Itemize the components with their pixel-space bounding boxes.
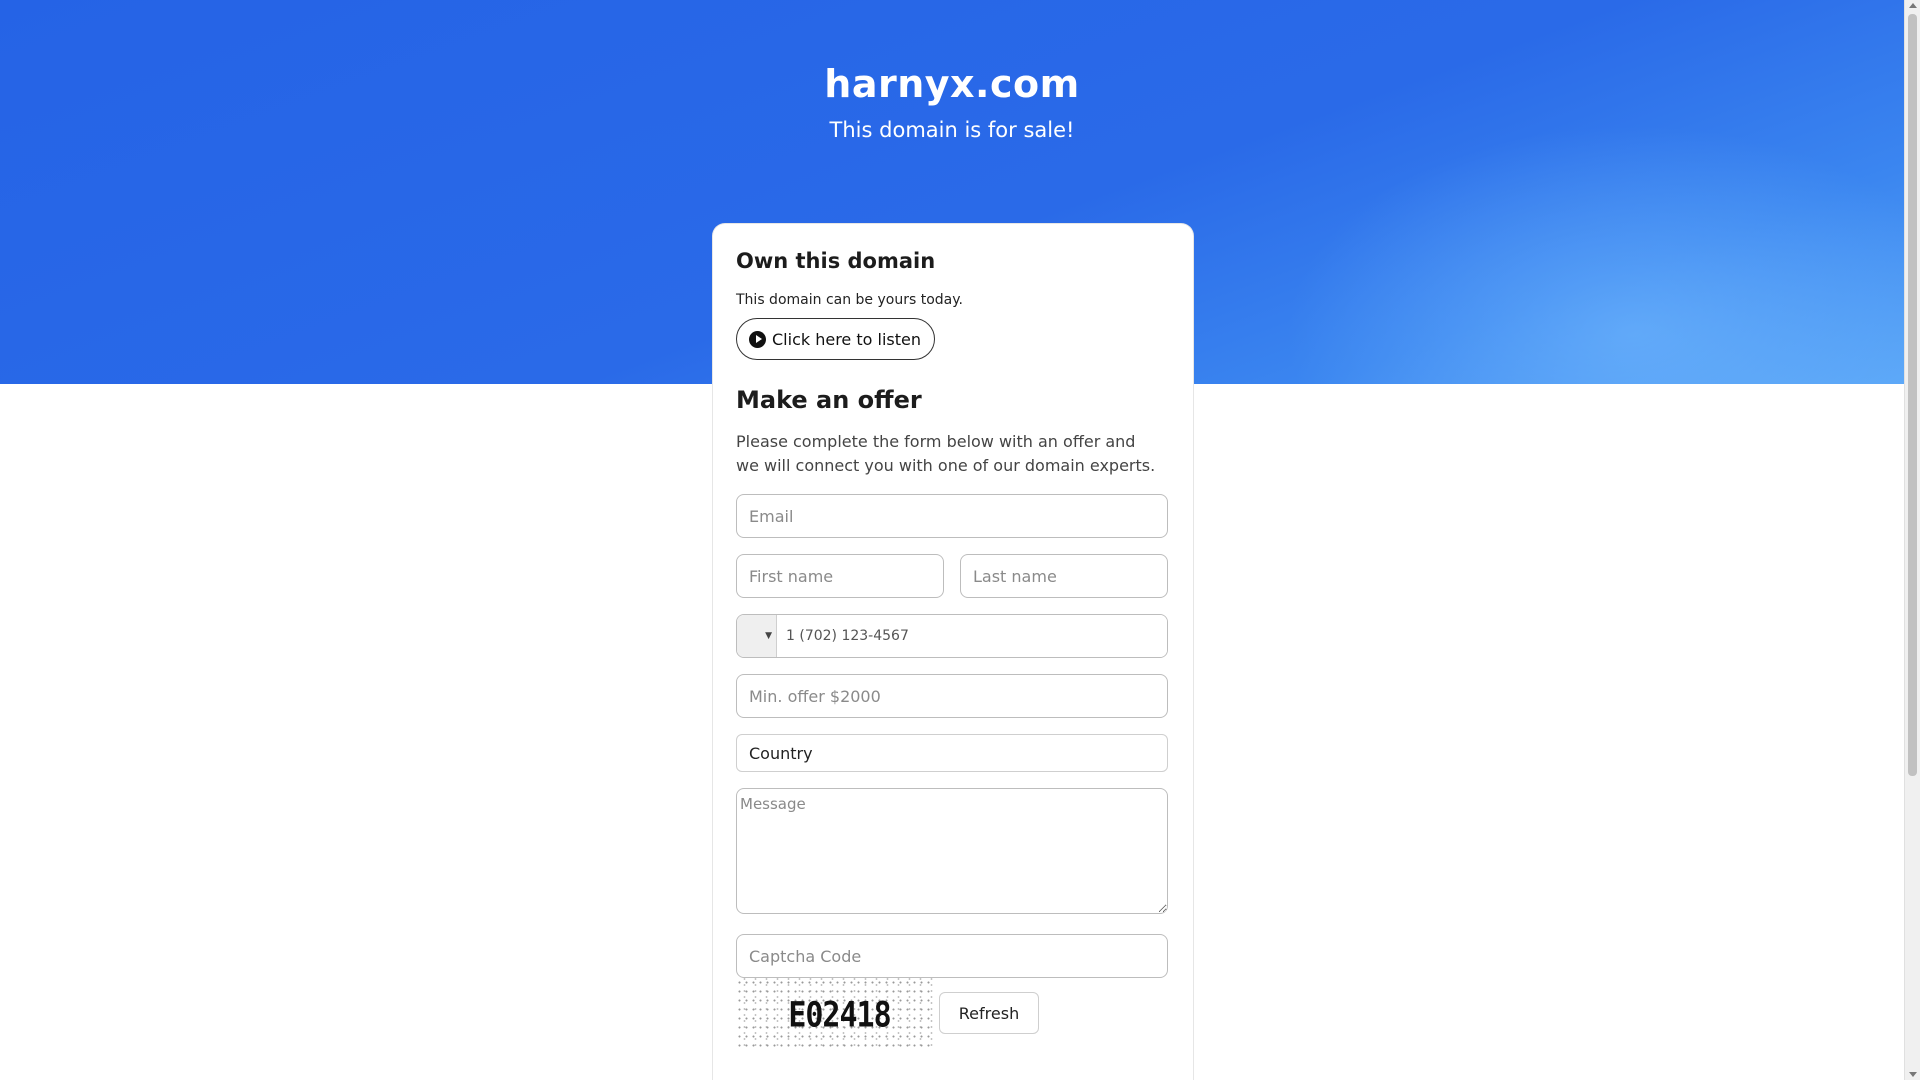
own-domain-heading: Own this domain xyxy=(736,249,936,273)
listen-button-label: Click here to listen xyxy=(772,329,921,349)
play-icon xyxy=(749,330,766,348)
for-sale-subtitle: This domain is for sale! xyxy=(829,118,1075,142)
captcha-code: E02418 xyxy=(788,994,891,1036)
scroll-up-icon[interactable] xyxy=(1909,3,1917,8)
listen-button[interactable]: Click here to listen xyxy=(736,318,935,360)
offer-card: Own this domain This domain can be yours… xyxy=(713,224,1193,1080)
country-select-value: Country xyxy=(749,743,813,763)
email-field[interactable] xyxy=(736,494,1168,538)
phone-field[interactable] xyxy=(777,615,1167,657)
phone-field-group: ▼ xyxy=(736,614,1168,658)
refresh-captcha-button[interactable]: Refresh xyxy=(939,992,1039,1034)
chevron-down-icon: ▼ xyxy=(765,631,772,641)
name-row xyxy=(736,554,1169,598)
message-field[interactable] xyxy=(736,788,1168,914)
domain-title: harnyx.com xyxy=(824,62,1080,106)
offer-amount-field[interactable] xyxy=(736,674,1168,718)
captcha-row: E02418 Refresh xyxy=(736,978,1169,1048)
own-domain-text: This domain can be yours today. xyxy=(736,292,963,308)
make-offer-heading: Make an offer xyxy=(736,386,922,414)
phone-country-select[interactable]: ▼ xyxy=(737,615,777,657)
country-select[interactable]: Country xyxy=(736,734,1168,772)
captcha-image: E02418 xyxy=(736,978,933,1048)
scroll-down-icon[interactable] xyxy=(1909,1072,1917,1077)
first-name-field[interactable] xyxy=(736,554,944,598)
page-scrollbar[interactable] xyxy=(1904,0,1920,1080)
captcha-field[interactable] xyxy=(736,934,1168,978)
offer-description: Please complete the form below with an o… xyxy=(736,432,1156,475)
scroll-thumb[interactable] xyxy=(1908,14,1917,776)
last-name-field[interactable] xyxy=(960,554,1168,598)
